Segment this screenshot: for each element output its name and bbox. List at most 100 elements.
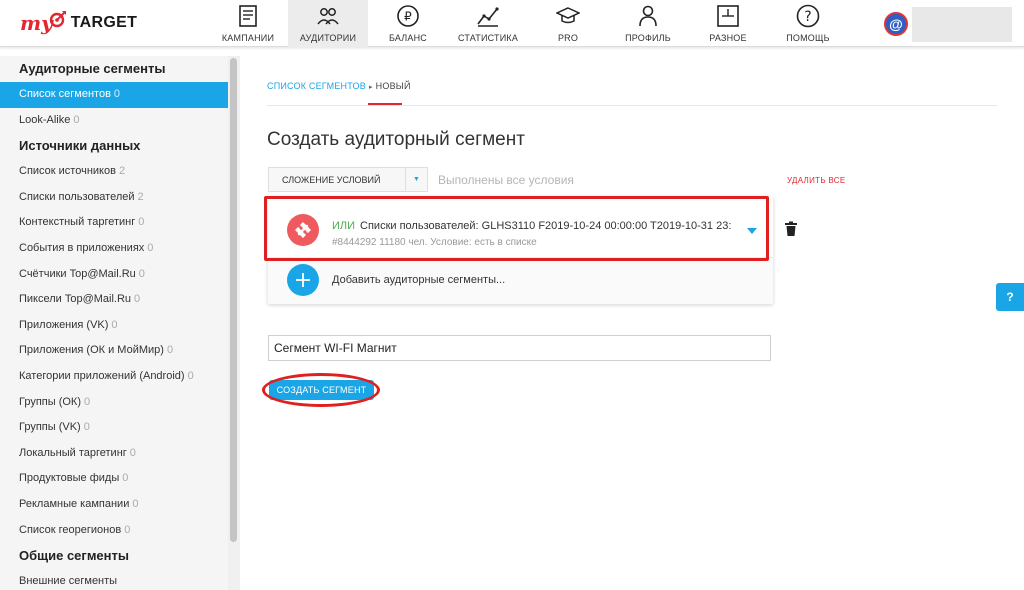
sidebar-item-count: 0: [129, 446, 136, 459]
nav-help[interactable]: ? ПОМОЩЬ: [768, 0, 848, 47]
svg-text:?: ?: [804, 9, 811, 25]
sidebar-item-label: Приложения (VK): [19, 318, 109, 331]
sidebar-item-count: 0: [166, 344, 174, 357]
trash-icon[interactable]: [784, 221, 798, 237]
condition-mode-value: СЛОЖЕНИЕ УСЛОВИЙ: [282, 174, 381, 185]
sidebar-scrollbar[interactable]: [228, 56, 240, 590]
sidebar-item-local-targeting[interactable]: Локальный таргетинг 0: [0, 441, 228, 467]
sidebar-item-georegions[interactable]: Список георегионов 0: [0, 518, 228, 544]
condition-hint: Выполнены все условия: [438, 173, 574, 187]
sidebar-item-count: 0: [147, 241, 154, 254]
sidebar-item-app-categories[interactable]: Категории приложений (Android) 0: [0, 364, 228, 390]
sidebar-item-count: 2: [118, 165, 126, 178]
create-segment-button[interactable]: СОЗДАТЬ СЕГМЕНТ: [269, 380, 374, 400]
sidebar-item-top-pixels[interactable]: Пиксели Top@Mail.Ru 0: [0, 287, 228, 313]
nav-pro-label: PRO: [557, 33, 579, 43]
statistics-icon: [477, 7, 499, 27]
sidebar-item-app-events[interactable]: События в приложениях 0: [0, 236, 228, 262]
help-icon: ?: [796, 4, 820, 28]
nav-campaigns-label: КАМПАНИИ: [221, 33, 275, 43]
segment-condition-meta: #8444292 11180 чел. Условие: есть в спис…: [332, 237, 537, 248]
sidebar-item-label: Категории приложений (Android): [19, 369, 185, 382]
sidebar-item-count: 0: [124, 523, 131, 536]
delete-all-link[interactable]: УДАЛИТЬ ВСЕ: [787, 176, 846, 185]
sidebar-item-label: Приложения (ОК и МойМир): [19, 344, 164, 357]
chevron-down-icon[interactable]: ▼: [405, 167, 427, 192]
breadcrumb-divider: [267, 105, 997, 106]
sidebar-item-context-targeting[interactable]: Контекстный таргетинг 0: [0, 210, 228, 236]
sidebar-item-label: Список георегионов: [19, 523, 122, 536]
scrollbar-thumb[interactable]: [230, 58, 237, 542]
main-nav: КАМПАНИИ АУДИТОРИИ ₽ БАЛАНС СТАТИСТИКА P…: [208, 0, 848, 47]
sidebar-item-product-feeds[interactable]: Продуктовые фиды 0: [0, 466, 228, 492]
pro-icon: [556, 7, 580, 24]
breadcrumb-link-segment-list[interactable]: СПИСОК СЕГМЕНТОВ: [267, 81, 366, 91]
nav-pro[interactable]: PRO: [528, 0, 608, 47]
sidebar-item-user-lists[interactable]: Списки пользователей 2: [0, 185, 228, 211]
sidebar-item-sources[interactable]: Список источников 2: [0, 159, 228, 185]
main-content: СПИСОК СЕГМЕНТОВ ▸ НОВЫЙ Создать аудиторны…: [240, 56, 1024, 590]
nav-audiences[interactable]: АУДИТОРИИ: [288, 0, 368, 47]
sidebar-item-apps-ok[interactable]: Приложения (ОК и МойМир) 0: [0, 338, 228, 364]
mytarget-logo[interactable]: my TARGET: [20, 9, 137, 37]
sidebar-item-external-segments[interactable]: Внешние сегменты: [0, 569, 228, 590]
nav-statistics-label: СТАТИСТИКА: [457, 33, 519, 43]
add-segments-row[interactable]: Добавить аудиторные сегменты...: [268, 258, 773, 304]
segment-name-input[interactable]: [268, 335, 771, 361]
breadcrumb-current: НОВЫЙ: [375, 81, 411, 91]
nav-misc[interactable]: РАЗНОЕ: [688, 0, 768, 47]
user-avatar[interactable]: @: [884, 12, 908, 36]
add-segments-label: Добавить аудиторные сегменты...: [332, 274, 506, 286]
sidebar-item-count: 0: [122, 472, 129, 485]
sidebar-item-look-alike[interactable]: Look-Alike 0: [0, 108, 228, 134]
nav-profile-label: ПРОФИЛЬ: [625, 33, 671, 43]
logo-target: TARGET: [70, 14, 138, 31]
sidebar-item-label: Пиксели Top@Mail.Ru: [19, 293, 132, 306]
logo-target-icon: [49, 11, 66, 28]
sidebar-item-count: 0: [111, 318, 118, 331]
sidebar-item-label: События в приложениях: [19, 241, 145, 254]
nav-profile[interactable]: ПРОФИЛЬ: [608, 0, 688, 47]
sidebar-item-count: 0: [84, 395, 91, 408]
sidebar-item-groups-ok[interactable]: Группы (ОК) 0: [0, 390, 228, 416]
segment-conditions-card: ИЛИ Списки пользователей: GLHS3110 F2019-…: [268, 196, 773, 304]
sidebar-item-label: Продуктовые фиды: [19, 472, 120, 485]
segment-description-text: Списки пользователей: GLHS3110 F2019-10-…: [360, 220, 732, 232]
sidebar-item-label: Контекстный таргетинг: [19, 216, 136, 229]
nav-balance[interactable]: ₽ БАЛАНС: [368, 0, 448, 47]
sidebar-item-segment-list[interactable]: Список сегментов 0: [0, 82, 228, 108]
sidebar-item-count: 2: [137, 190, 144, 203]
sidebar-item-count: 0: [138, 216, 145, 229]
sidebar-item-label: Группы (ОК): [19, 395, 81, 408]
nav-statistics[interactable]: СТАТИСТИКА: [448, 0, 528, 47]
puzzle-icon: [287, 214, 319, 246]
sidebar-item-count: 0: [134, 293, 141, 306]
sidebar-section-title: Общие сегменты: [19, 548, 129, 564]
sidebar-item-groups-vk[interactable]: Группы (VK) 0: [0, 415, 228, 441]
nav-help-label: ПОМОЩЬ: [786, 33, 830, 43]
sidebar-item-label: Рекламные кампании: [19, 497, 130, 510]
sidebar-item-label: Группы (VK): [19, 421, 81, 434]
sidebar-item-count: 0: [73, 113, 80, 126]
nav-audiences-label: АУДИТОРИИ: [299, 33, 357, 43]
svg-text:₽: ₽: [404, 10, 412, 24]
sidebar-item-ad-campaigns[interactable]: Рекламные кампании 0: [0, 492, 228, 518]
sidebar-item-count: 0: [132, 497, 139, 510]
expand-triangle-icon[interactable]: [747, 228, 757, 234]
profile-icon: [639, 5, 657, 27]
sidebar-item-count: 0: [113, 88, 121, 100]
sidebar-item-count: 0: [138, 267, 145, 280]
segment-condition-description: ИЛИ Списки пользователей: GLHS3110 F2019-…: [332, 220, 732, 232]
sidebar-item-label: Внешние сегменты: [19, 575, 118, 588]
nav-campaigns[interactable]: КАМПАНИИ: [208, 0, 288, 47]
page-title: Создать аудиторный сегмент: [267, 129, 525, 150]
nav-misc-label: РАЗНОЕ: [709, 33, 747, 43]
segment-condition-row[interactable]: ИЛИ Списки пользователей: GLHS3110 F2019-…: [268, 201, 773, 258]
sidebar-item-apps-vk[interactable]: Приложения (VK) 0: [0, 313, 228, 339]
sidebar-item-top-counters[interactable]: Счётчики Top@Mail.Ru 0: [0, 262, 228, 288]
sidebar-item-label: Счётчики Top@Mail.Ru: [19, 267, 136, 280]
sidebar-item-count: 0: [83, 421, 90, 434]
user-account-box[interactable]: [912, 7, 1012, 42]
condition-mode-select[interactable]: СЛОЖЕНИЕ УСЛОВИЙ ▼: [268, 167, 428, 192]
floating-help-button[interactable]: ?: [996, 283, 1024, 311]
